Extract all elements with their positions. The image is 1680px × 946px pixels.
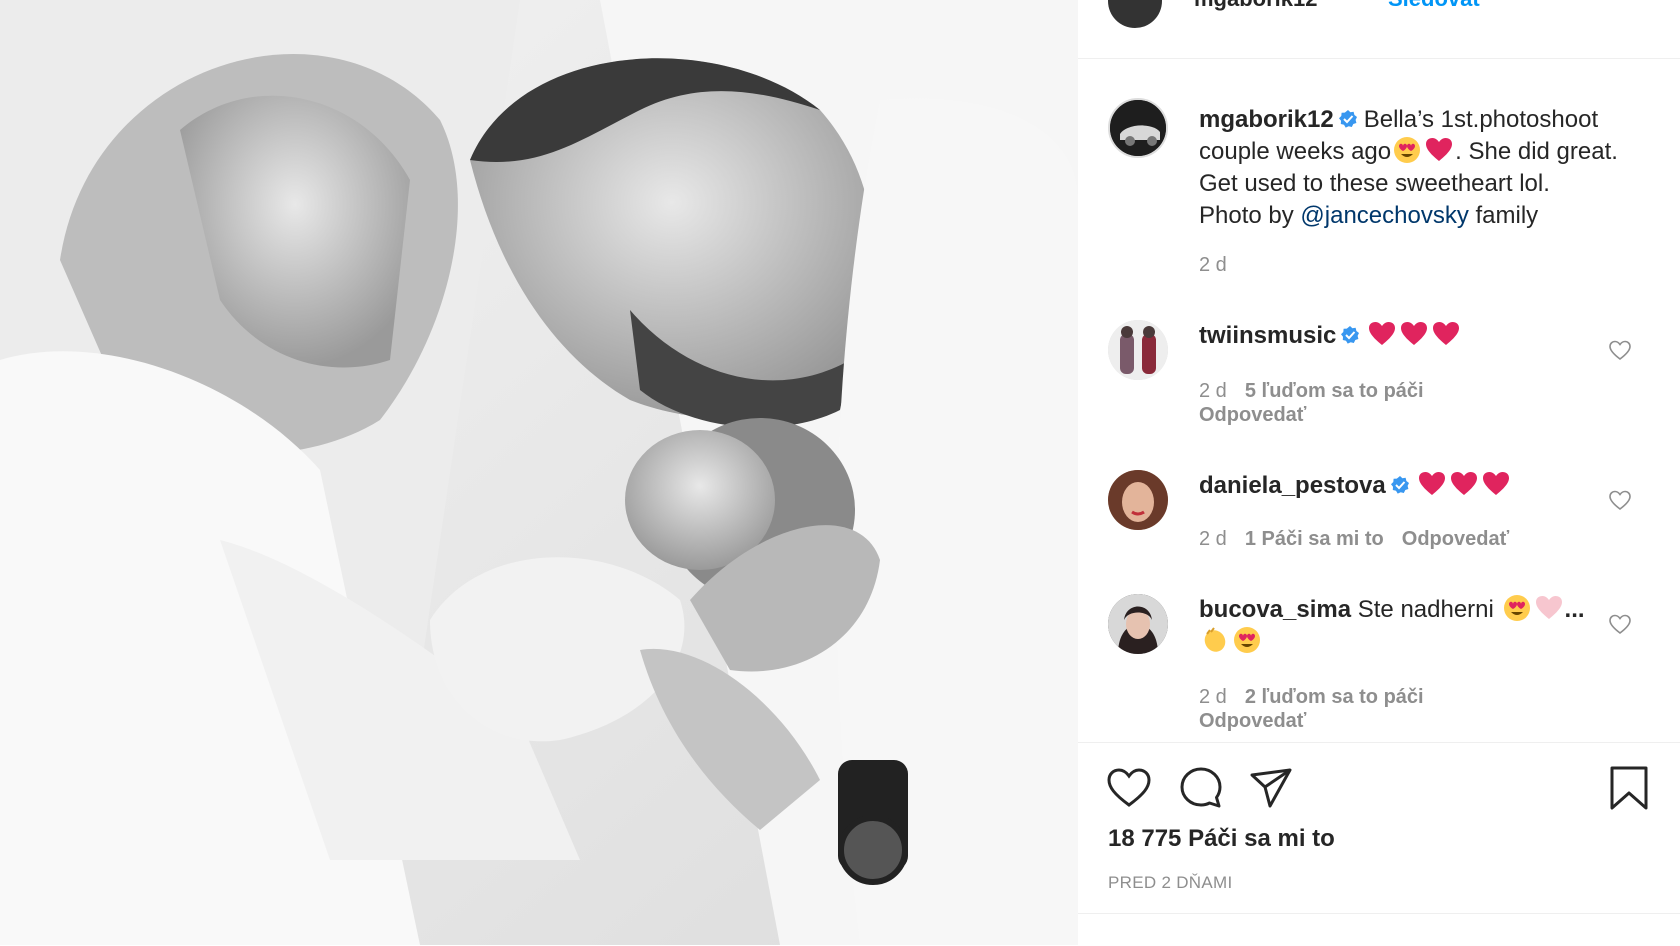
comment-username[interactable]: twiinsmusic	[1199, 322, 1336, 349]
comment-time[interactable]: 2 d	[1199, 686, 1227, 708]
caption-time[interactable]: 2 d	[1199, 254, 1227, 276]
pink-heart-emoji-icon	[1535, 596, 1562, 619]
post-photo[interactable]	[0, 0, 1078, 945]
comment-reply-button[interactable]: Odpovedať	[1402, 528, 1509, 550]
post-timestamp[interactable]: PRED 2 DŇAMI	[1108, 873, 1233, 893]
comment-reply-button[interactable]: Odpovedať	[1199, 710, 1306, 732]
comment-icon[interactable]	[1178, 765, 1224, 811]
divider	[1078, 913, 1680, 914]
comment-avatar[interactable]	[1108, 470, 1168, 530]
comment-username[interactable]: daniela_pestova	[1199, 472, 1386, 499]
heart-eyes-emoji-icon	[1394, 137, 1421, 163]
heart-eyes-emoji-icon	[1234, 627, 1260, 653]
verified-badge-icon	[1341, 326, 1360, 344]
red-heart-emoji-icon	[1482, 472, 1509, 495]
comment-meta: 2 d 1 Páči sa mi to Odpovedať	[1199, 528, 1527, 551]
comment-more-ellipsis[interactable]: ...	[1565, 596, 1585, 623]
red-heart-emoji-icon	[1418, 472, 1445, 495]
comment-like-heart-icon[interactable]	[1608, 488, 1632, 512]
comment-likes-count[interactable]: 5 ľuďom sa to páči	[1245, 380, 1424, 402]
comment-likes-count[interactable]: 1 Páči sa mi to	[1245, 528, 1384, 550]
red-heart-emoji-icon	[1450, 472, 1477, 495]
verified-badge-icon	[1390, 476, 1409, 494]
caption-meta: 2 d	[1199, 254, 1245, 277]
caption-text: mgaborik12 Bella’s 1st.photoshoot couple …	[1199, 104, 1619, 232]
post-header: mgaborik12 Sledovať	[1078, 0, 1680, 59]
red-heart-emoji-icon	[1401, 322, 1428, 345]
comment-text: daniela_pestova	[1199, 470, 1619, 502]
caption-mention-link[interactable]: @jancechovsky	[1300, 202, 1468, 229]
comment-time[interactable]: 2 d	[1199, 528, 1227, 550]
caption-avatar[interactable]	[1108, 98, 1168, 158]
bucova-avatar-image	[1108, 594, 1168, 654]
header-avatar[interactable]	[1108, 0, 1162, 28]
comment-body: Ste nadherni	[1357, 596, 1494, 623]
heart-icon[interactable]	[1106, 765, 1152, 811]
twins-avatar-image	[1108, 320, 1168, 380]
comment-meta: 2 d 5 ľuďom sa to páči	[1199, 380, 1442, 403]
comment-reply-button[interactable]: Odpovedať	[1199, 404, 1306, 426]
daniela-avatar-image	[1108, 470, 1168, 530]
post-photo-image	[0, 0, 1078, 945]
clapping-hands-emoji-icon	[1204, 627, 1226, 652]
follow-button[interactable]: Sledovať	[1388, 0, 1483, 12]
comment-time[interactable]: 2 d	[1199, 380, 1227, 402]
red-heart-emoji-icon	[1433, 322, 1460, 345]
comment-username[interactable]: bucova_sima	[1199, 596, 1351, 623]
verified-badge-icon	[1338, 110, 1357, 128]
likes-count[interactable]: 18 775 Páči sa mi to	[1108, 825, 1335, 853]
comment-meta: 2 d 2 ľuďom sa to páči	[1199, 686, 1442, 709]
comment-avatar[interactable]	[1108, 594, 1168, 654]
caption-text-part3: family	[1468, 202, 1539, 229]
paper-plane-icon[interactable]	[1248, 765, 1294, 811]
car-avatar-image	[1110, 100, 1166, 156]
comment-reply-row: Odpovedať	[1199, 404, 1324, 427]
header-username[interactable]: mgaborik12	[1194, 0, 1318, 12]
comment-like-heart-icon[interactable]	[1608, 338, 1632, 362]
caption-username[interactable]: mgaborik12	[1199, 106, 1334, 133]
heart-eyes-emoji-icon	[1503, 595, 1530, 621]
post-actions: 18 775 Páči sa mi to PRED 2 DŇAMI	[1078, 742, 1680, 946]
red-heart-emoji-icon	[1426, 138, 1453, 161]
comment-likes-count[interactable]: 2 ľuďom sa to páči	[1245, 686, 1424, 708]
comment-like-heart-icon[interactable]	[1608, 612, 1632, 636]
bookmark-icon[interactable]	[1606, 765, 1652, 811]
red-heart-emoji-icon	[1369, 322, 1396, 345]
comment-text: bucova_sima Ste nadherni ...	[1199, 594, 1599, 658]
comment-avatar[interactable]	[1108, 320, 1168, 380]
post-side-panel: mgaborik12 Sledovať mgaborik12Bella’s 1s…	[1078, 0, 1680, 945]
comment-reply-row: Odpovedať	[1199, 710, 1324, 733]
comment-text: twiinsmusic	[1199, 320, 1619, 352]
